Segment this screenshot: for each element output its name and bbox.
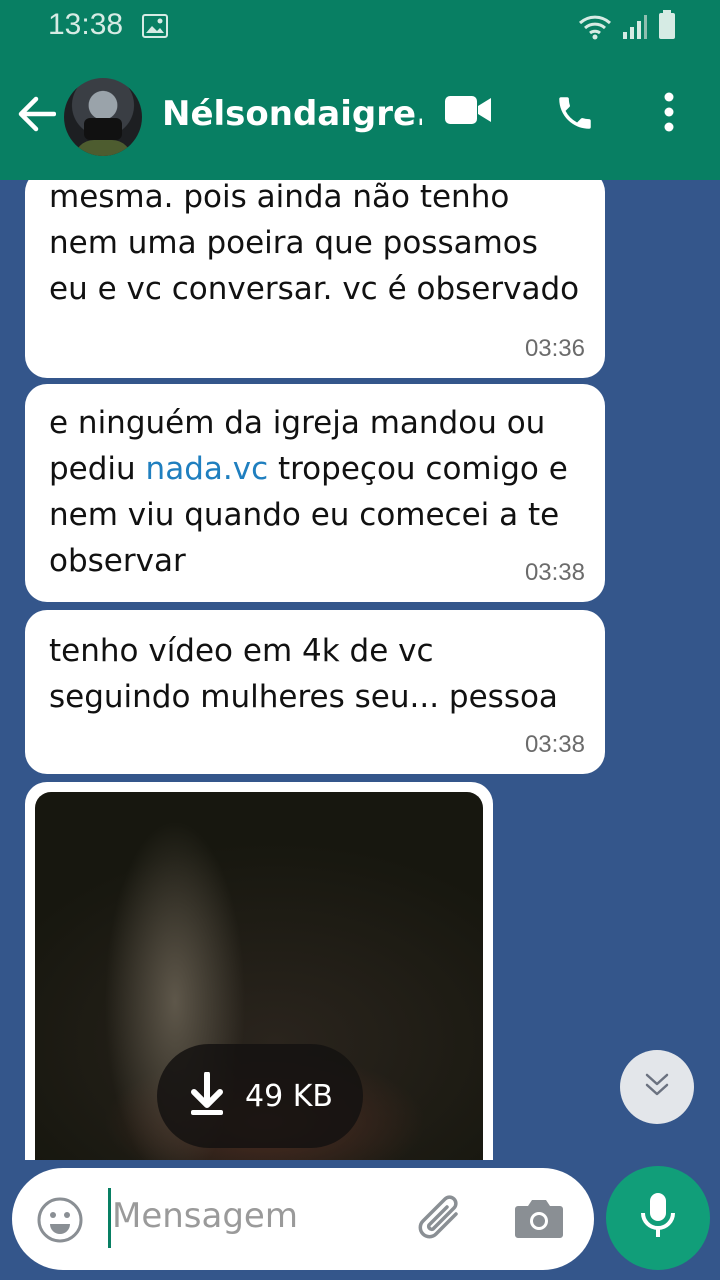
download-button[interactable]: 49 KB bbox=[157, 1044, 363, 1148]
mic-button[interactable] bbox=[606, 1166, 710, 1270]
contact-name[interactable]: Nélsondaigre... bbox=[162, 94, 422, 134]
media-message[interactable]: 49 KB bbox=[25, 782, 493, 1160]
text-cursor bbox=[108, 1188, 111, 1248]
status-bar: 13:38 bbox=[0, 0, 720, 52]
more-vert-icon[interactable] bbox=[662, 92, 676, 136]
message-time: 03:38 bbox=[524, 559, 585, 586]
camera-icon[interactable] bbox=[514, 1196, 564, 1244]
message-list[interactable]: mesma. pois ainda não tenho nem uma poei… bbox=[0, 180, 720, 1160]
message-time: 03:38 bbox=[524, 731, 585, 758]
video-call-icon[interactable] bbox=[444, 92, 492, 132]
chevron-double-down-icon bbox=[643, 1071, 671, 1103]
message-text: mesma. pois ainda não tenho nem uma poei… bbox=[49, 180, 580, 307]
status-time: 13:38 bbox=[48, 8, 124, 41]
image-notification-icon bbox=[142, 14, 168, 42]
chat-header: Nélsondaigre... bbox=[0, 52, 720, 180]
phone-icon[interactable] bbox=[554, 92, 596, 138]
scroll-to-bottom-button[interactable] bbox=[620, 1050, 694, 1124]
wifi-icon bbox=[578, 14, 612, 44]
message-text: tenho vídeo em 4k de vc seguindo mulhere… bbox=[49, 633, 558, 715]
emoji-icon[interactable] bbox=[36, 1196, 84, 1248]
message-bubble[interactable]: mesma. pois ainda não tenho nem uma poei… bbox=[25, 180, 605, 378]
signal-icon bbox=[622, 14, 648, 44]
download-icon bbox=[187, 1071, 227, 1120]
back-arrow-icon[interactable] bbox=[16, 96, 57, 136]
message-input[interactable]: Mensagem bbox=[112, 1196, 298, 1236]
battery-icon bbox=[658, 10, 676, 44]
message-link[interactable]: nada.vc bbox=[146, 451, 269, 487]
message-composer[interactable]: Mensagem bbox=[12, 1168, 594, 1270]
message-bubble[interactable]: tenho vídeo em 4k de vc seguindo mulhere… bbox=[25, 610, 605, 774]
media-size: 49 KB bbox=[245, 1078, 333, 1114]
attach-icon[interactable] bbox=[412, 1194, 468, 1250]
mic-icon bbox=[638, 1191, 678, 1245]
message-bubble[interactable]: e ninguém da igreja mandou ou pediu nada… bbox=[25, 384, 605, 602]
message-time: 03:36 bbox=[524, 335, 585, 362]
avatar[interactable] bbox=[64, 78, 142, 156]
